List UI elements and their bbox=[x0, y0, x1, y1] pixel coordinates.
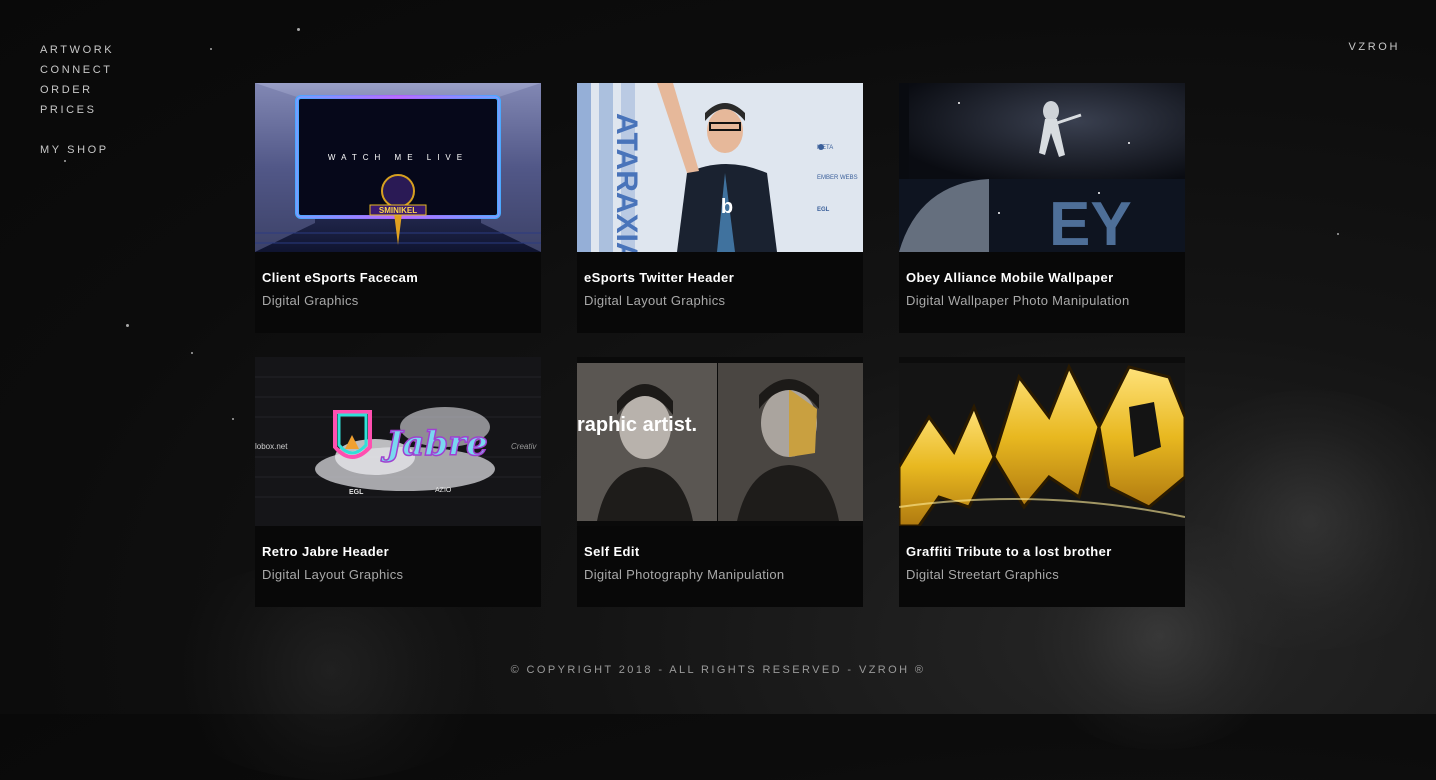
nav-my-shop-link[interactable]: MY SHOP bbox=[40, 140, 114, 160]
star-speck bbox=[64, 160, 66, 162]
card-title: Client eSports Facecam bbox=[262, 270, 419, 285]
twitter-header-thumbnail: ATARAXIA b META EMBER WEBS EGL bbox=[577, 83, 863, 252]
portfolio-card-self-edit[interactable]: raphic artist. Self Edit Digital Photogr… bbox=[577, 357, 863, 607]
facecam-thumbnail: WATCH ME LIVE SMINIKEL bbox=[255, 83, 541, 252]
copyright-footer: © COPYRIGHT 2018 - ALL RIGHTS RESERVED -… bbox=[510, 664, 926, 676]
main-navigation: ARTWORK CONNECT ORDER PRICES MY SHOP bbox=[40, 40, 114, 160]
card-subtitle: Digital Layout Graphics bbox=[584, 293, 726, 308]
nav-artwork-link[interactable]: ARTWORK bbox=[40, 40, 114, 60]
svg-text:b: b bbox=[721, 196, 733, 218]
obey-letters-text: EY bbox=[1049, 190, 1132, 252]
jabre-header-thumbnail: Jabre lobox.net Creativ EGL AZIO bbox=[255, 357, 541, 526]
star-speck bbox=[297, 28, 300, 31]
card-subtitle: Digital Layout Graphics bbox=[262, 567, 404, 582]
obey-wallpaper-thumbnail: EY bbox=[899, 83, 1185, 252]
star-speck bbox=[210, 48, 212, 50]
jabre-script-text: Jabre bbox=[380, 424, 487, 464]
card-subtitle: Digital Wallpaper Photo Manipulation bbox=[906, 293, 1130, 308]
star-speck bbox=[1337, 233, 1339, 235]
card-subtitle: Digital Photography Manipulation bbox=[584, 567, 785, 582]
graffiti-thumbnail bbox=[899, 357, 1185, 526]
card-subtitle: Digital Streetart Graphics bbox=[906, 567, 1060, 582]
portfolio-card-facecam[interactable]: WATCH ME LIVE SMINIKEL Client eSports Fa… bbox=[255, 83, 541, 333]
self-edit-overlay-text: raphic artist. bbox=[577, 414, 697, 436]
jabre-right-text: Creativ bbox=[511, 442, 537, 451]
jabre-left-text: lobox.net bbox=[255, 442, 288, 451]
sponsor-text: EGL bbox=[349, 489, 364, 496]
star-speck bbox=[126, 324, 129, 327]
portfolio-card-obey-wallpaper[interactable]: EY Obey Alliance Mobile Wallpaper Digita… bbox=[899, 83, 1185, 333]
star-speck bbox=[232, 418, 234, 420]
nav-order-link[interactable]: ORDER bbox=[40, 80, 114, 100]
card-title: Self Edit bbox=[584, 544, 640, 559]
portfolio-card-jabre-header[interactable]: Jabre lobox.net Creativ EGL AZIO Retro J… bbox=[255, 357, 541, 607]
portfolio-card-graffiti[interactable]: Graffiti Tribute to a lost brother Digit… bbox=[899, 357, 1185, 607]
self-edit-thumbnail: raphic artist. bbox=[577, 357, 863, 526]
card-subtitle: Digital Graphics bbox=[262, 293, 359, 308]
facecam-watch-text: WATCH ME LIVE bbox=[328, 153, 468, 162]
portfolio-card-twitter-header[interactable]: ATARAXIA b META EMBER WEBS EGL eSports T… bbox=[577, 83, 863, 333]
sponsor-text: EMBER WEBS bbox=[817, 175, 858, 181]
nav-connect-link[interactable]: CONNECT bbox=[40, 60, 114, 80]
card-title: eSports Twitter Header bbox=[584, 270, 735, 285]
facecam-logo-text: SMINIKEL bbox=[379, 206, 417, 215]
brand-logo-link[interactable]: VZROH bbox=[1349, 40, 1401, 54]
star-speck bbox=[191, 352, 193, 354]
card-title: Obey Alliance Mobile Wallpaper bbox=[906, 270, 1114, 285]
nav-prices-link[interactable]: PRICES bbox=[40, 100, 114, 120]
card-title: Graffiti Tribute to a lost brother bbox=[906, 544, 1112, 559]
sponsor-text: AZIO bbox=[435, 487, 452, 494]
card-title: Retro Jabre Header bbox=[262, 544, 390, 559]
sponsor-text: EGL bbox=[817, 207, 830, 213]
